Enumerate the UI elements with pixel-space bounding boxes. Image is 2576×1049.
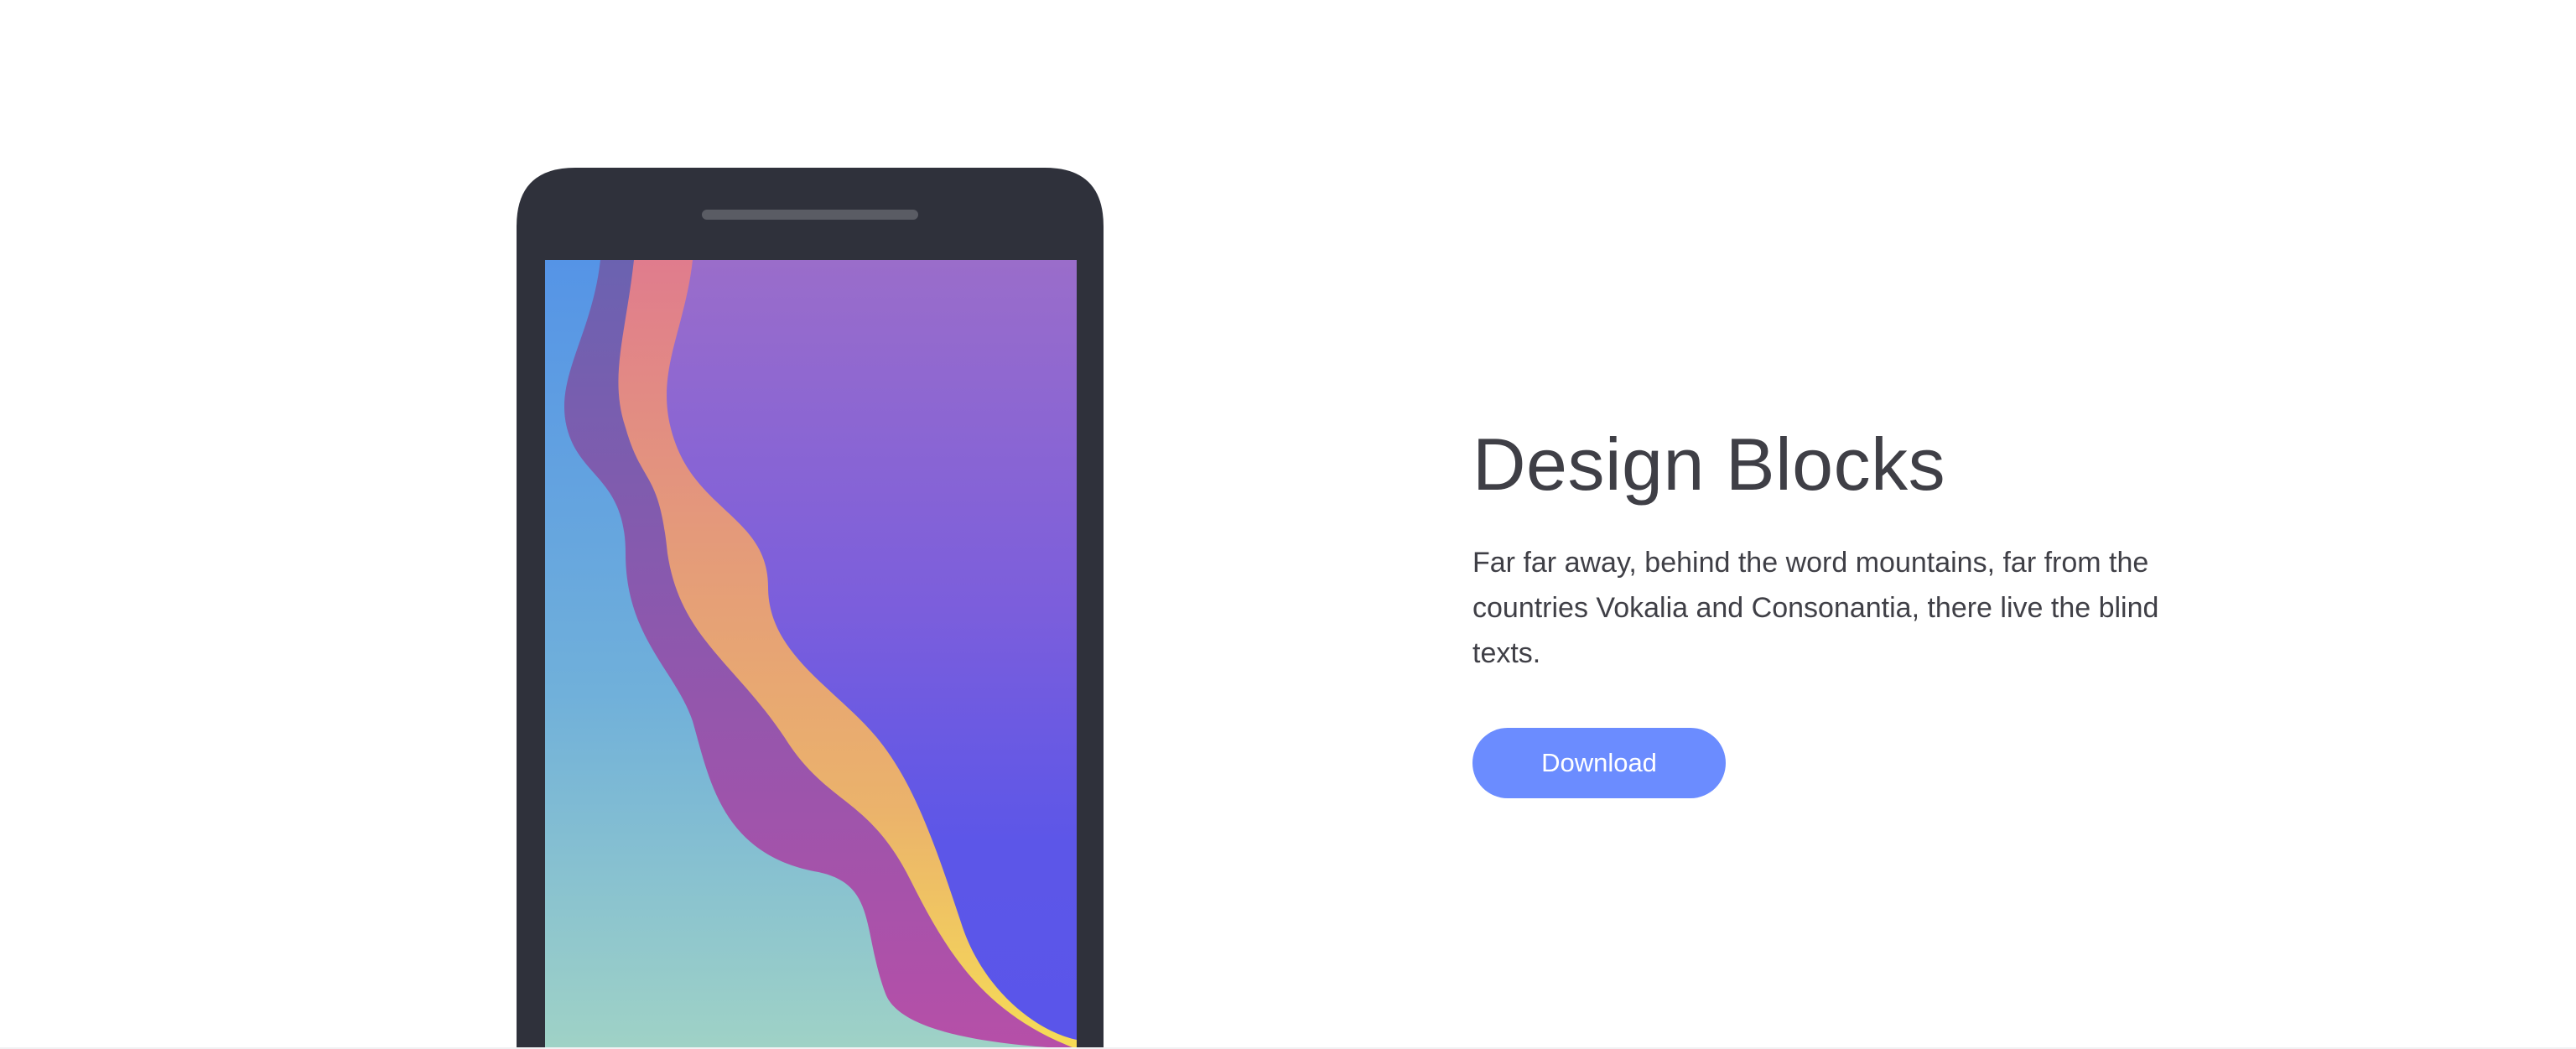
smartphone-icon bbox=[517, 168, 1104, 1049]
phone-screen bbox=[545, 260, 1077, 1049]
hero-section: Design Blocks Far far away, behind the w… bbox=[0, 0, 2576, 1049]
hero-description: Far far away, behind the word mountains,… bbox=[1472, 547, 2159, 669]
page-title: Design Blocks bbox=[1472, 423, 1946, 506]
download-button[interactable]: Download bbox=[1472, 728, 1726, 798]
phone-illustration bbox=[517, 168, 1104, 1049]
hero-content: Design Blocks Far far away, behind the w… bbox=[1472, 419, 2244, 798]
phone-speaker bbox=[702, 210, 918, 220]
